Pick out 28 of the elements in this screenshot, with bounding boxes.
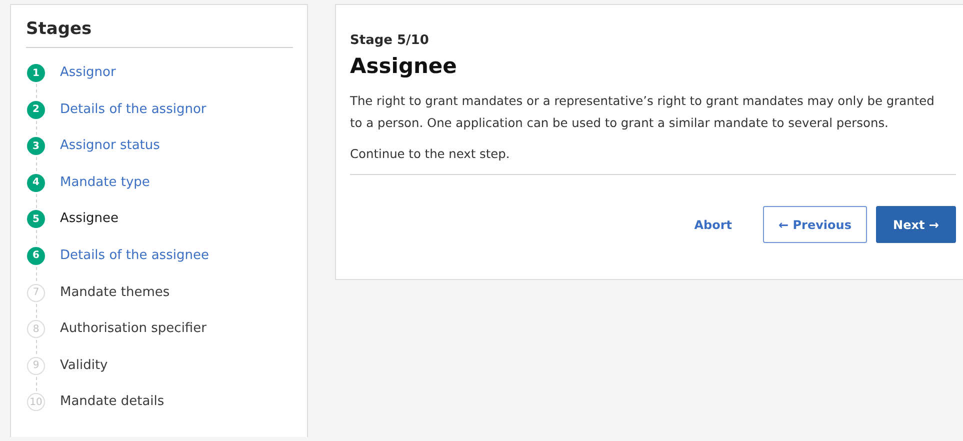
step-number: 9: [27, 356, 45, 375]
step-number: 2: [27, 100, 45, 119]
next-button[interactable]: Next →: [876, 206, 956, 243]
step-number: 8: [27, 320, 45, 338]
paragraph: The right to grant mandates or a representative’s right to grant mandates may only be granted to a person. One application can be used to grant a similar mandate to several persons.: [350, 93, 936, 132]
step-number: 1: [27, 64, 45, 82]
stage-link[interactable]: Assignor: [60, 64, 116, 82]
step-number: 7: [27, 284, 45, 302]
stage-link[interactable]: Assignor status: [60, 137, 160, 156]
step-number: 6: [27, 246, 45, 265]
stage-label: Validity: [60, 356, 108, 375]
panel-title: Stages: [26, 19, 293, 48]
stage-counter: Stage 5/10: [350, 33, 430, 48]
paragraph: Continue to the next step.: [350, 146, 511, 163]
step-number: 5: [27, 210, 45, 228]
stage-label: Assignee: [60, 210, 119, 228]
step-number: 10: [27, 393, 45, 412]
step-number: 4: [27, 174, 45, 192]
stage-label: Mandate details: [60, 393, 164, 412]
stage-label: Mandate themes: [60, 284, 170, 302]
previous-button[interactable]: ← Previous: [763, 206, 867, 243]
step-number: 3: [27, 137, 45, 156]
stage-label: Authorisation specifier: [60, 320, 206, 338]
stage-link[interactable]: Details of the assignor: [60, 100, 206, 119]
stage-link[interactable]: Mandate type: [60, 174, 150, 192]
abort-link[interactable]: Abort: [688, 206, 738, 243]
page-title: Assignee: [350, 54, 458, 78]
stage-link[interactable]: Details of the assignee: [60, 246, 209, 265]
